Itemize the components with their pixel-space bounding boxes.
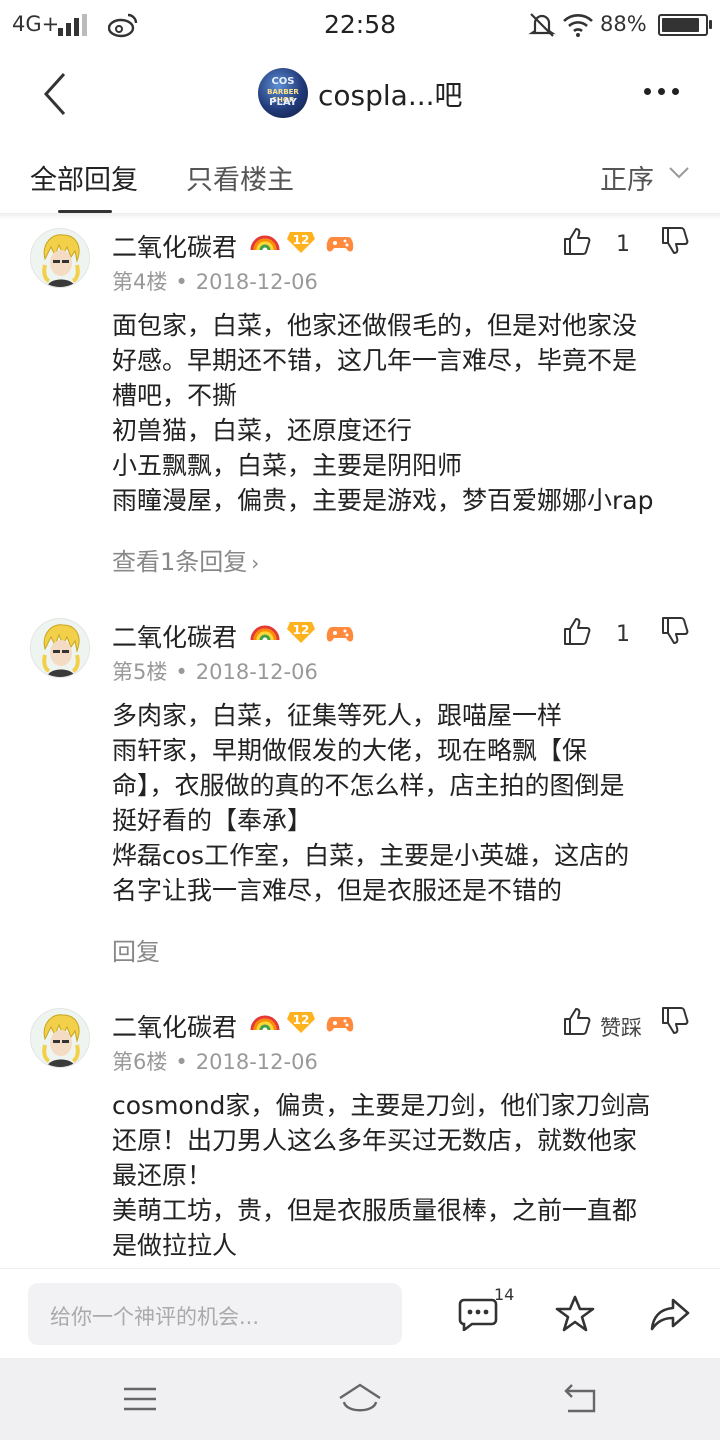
comment-bar: 给你一个神评的机会... 14 bbox=[0, 1268, 720, 1358]
back-arrow-icon[interactable] bbox=[36, 70, 76, 118]
reply-link-label: 回复 bbox=[112, 938, 160, 966]
post-text-line: 小五飘飘，白菜，主要是阴阳师 bbox=[112, 451, 463, 480]
post-date: 2018-12-06 bbox=[195, 1050, 318, 1074]
forum-logo-text-1: COS bbox=[271, 76, 295, 87]
star-icon[interactable] bbox=[555, 1295, 595, 1333]
share-icon[interactable] bbox=[650, 1297, 690, 1331]
top-nav: COS BARBER SHOP PLAY cospla...吧 bbox=[0, 50, 720, 138]
avatar[interactable] bbox=[30, 1008, 90, 1068]
rainbow-badge-icon bbox=[250, 1010, 280, 1032]
active-tab-indicator bbox=[58, 210, 112, 213]
sort-order-button[interactable]: 正序 bbox=[600, 158, 654, 197]
post-date: 2018-12-06 bbox=[195, 660, 318, 684]
post-text-line: 槽吧，不撕 bbox=[112, 381, 238, 410]
post-text-line: 命】，衣服做的真的不怎么样，店主拍的图倒是 bbox=[112, 771, 625, 800]
meta-separator: • bbox=[175, 660, 188, 684]
game-badge-icon bbox=[326, 1012, 354, 1034]
reply-tabs: 全部回复 只看楼主 正序 bbox=[0, 138, 720, 214]
chevron-right-icon: › bbox=[251, 551, 260, 575]
post-text-line: 挺好看的【奉承】 bbox=[112, 806, 313, 835]
more-options-icon[interactable] bbox=[642, 88, 682, 98]
post-text-line: 最还原！ bbox=[112, 1161, 213, 1190]
menu-icon[interactable] bbox=[122, 1386, 158, 1412]
post-text-line: 美萌工坊，贵，但是衣服质量很棒，之前一直都 bbox=[112, 1196, 638, 1225]
post-meta: 第4楼 • 2018-12-06 bbox=[112, 266, 318, 296]
level-badge: 12 bbox=[286, 1010, 316, 1034]
thumb-down-icon[interactable] bbox=[660, 226, 690, 256]
battery-percent: 88% bbox=[600, 12, 647, 36]
reply-link[interactable]: 回复 bbox=[112, 932, 160, 967]
reply-link[interactable]: 查看1条回复 › bbox=[112, 542, 259, 577]
floor-number: 第5楼 bbox=[112, 660, 168, 684]
comment-input[interactable]: 给你一个神评的机会... bbox=[28, 1283, 402, 1345]
thumb-down-icon[interactable] bbox=[660, 616, 690, 646]
post-text-line: 还原！出刀男人这么多年买过无数店，就数他家 bbox=[112, 1126, 638, 1155]
floor-number: 第4楼 bbox=[112, 270, 168, 294]
post-text-line: 雨轩家，早期做假发的大佬，现在略飘【保 bbox=[112, 736, 588, 765]
post-content: 面包家，白菜，他家还做假毛的，但是对他家没 好感。早期还不错，这几年一言难尽，毕竟… bbox=[112, 308, 702, 518]
meta-separator: • bbox=[175, 1050, 188, 1074]
game-badge-icon bbox=[326, 622, 354, 644]
meta-separator: • bbox=[175, 270, 188, 294]
game-badge-icon bbox=[326, 232, 354, 254]
battery-icon bbox=[658, 14, 708, 36]
post-text-line: 雨瞳漫屋，偏贵，主要是游戏，梦百爱娜娜小rap bbox=[112, 486, 654, 515]
author-name[interactable]: 二氧化碳君 bbox=[112, 228, 237, 264]
reply-link-label: 查看1条回复 bbox=[112, 548, 248, 576]
avatar[interactable] bbox=[30, 618, 90, 678]
home-icon[interactable] bbox=[336, 1382, 384, 1416]
post-text-line: 是做拉拉人 bbox=[112, 1231, 238, 1260]
battery-tip bbox=[709, 20, 712, 29]
tab-all-replies[interactable]: 全部回复 bbox=[30, 158, 138, 197]
rainbow-badge-icon bbox=[250, 230, 280, 252]
post-text-line: 多肉家，白菜，征集等死人，跟喵屋一样 bbox=[112, 701, 563, 730]
post-content: cosmond家，偏贵，主要是刀剑，他们家刀剑高 还原！出刀男人这么多年买过无数店… bbox=[112, 1088, 702, 1263]
post-content: 多肉家，白菜，征集等死人，跟喵屋一样 雨轩家，早期做假发的大佬，现在略飘【保命】，… bbox=[112, 698, 702, 908]
mute-bell-icon bbox=[528, 13, 556, 37]
system-nav-bar bbox=[0, 1358, 720, 1440]
chevron-down-icon[interactable] bbox=[668, 166, 690, 180]
post-text-line: 名字让我一言难尽，但是衣服还是不错的 bbox=[112, 876, 563, 905]
floor-number: 第6楼 bbox=[112, 1050, 168, 1074]
rainbow-badge-icon bbox=[250, 620, 280, 642]
like-count: 1 bbox=[616, 232, 630, 257]
level-badge: 12 bbox=[286, 620, 316, 644]
like-dislike-label: 赞踩 bbox=[600, 1016, 642, 1040]
post-text-line: 好感。早期还不错，这几年一言难尽，毕竟不是 bbox=[112, 346, 638, 375]
post-text-line: cosmond家，偏贵，主要是刀剑，他们家刀剑高 bbox=[112, 1091, 651, 1120]
author-name[interactable]: 二氧化碳君 bbox=[112, 1008, 237, 1044]
status-bar: 4G+ 22:58 88% bbox=[0, 0, 720, 50]
thumb-up-icon[interactable] bbox=[562, 1006, 592, 1036]
battery-level bbox=[662, 18, 699, 32]
level-badge: 12 bbox=[286, 230, 316, 254]
forum-logo[interactable]: COS BARBER SHOP PLAY bbox=[258, 68, 308, 118]
forum-logo-text-3: PLAY bbox=[269, 97, 297, 108]
post-meta: 第5楼 • 2018-12-06 bbox=[112, 656, 318, 686]
like-count: 1 bbox=[616, 622, 630, 647]
wifi-icon bbox=[563, 14, 593, 37]
post-meta: 第6楼 • 2018-12-06 bbox=[112, 1046, 318, 1076]
comment-count: 14 bbox=[494, 1285, 515, 1304]
tabs-divider bbox=[0, 214, 720, 220]
nav-back-icon[interactable] bbox=[562, 1382, 598, 1414]
thumb-down-icon[interactable] bbox=[660, 1006, 690, 1036]
level-badge-number: 12 bbox=[292, 233, 310, 247]
forum-title[interactable]: cospla...吧 bbox=[318, 74, 463, 114]
thumb-up-icon[interactable] bbox=[562, 616, 592, 646]
level-badge-number: 12 bbox=[292, 623, 310, 637]
post-date: 2018-12-06 bbox=[195, 270, 318, 294]
comment-icon[interactable] bbox=[458, 1297, 498, 1331]
author-name[interactable]: 二氧化碳君 bbox=[112, 618, 237, 654]
avatar[interactable] bbox=[30, 228, 90, 288]
tab-owner-only[interactable]: 只看楼主 bbox=[186, 158, 294, 197]
thumb-up-icon[interactable] bbox=[562, 226, 592, 256]
post-text-line: 面包家，白菜，他家还做假毛的，但是对他家没 bbox=[112, 311, 638, 340]
post-text-line: 初兽猫，白菜，还原度还行 bbox=[112, 416, 413, 445]
post-text-line: 烨磊cos工作室，白菜，主要是小英雄，这店的 bbox=[112, 841, 630, 870]
level-badge-number: 12 bbox=[292, 1013, 310, 1027]
